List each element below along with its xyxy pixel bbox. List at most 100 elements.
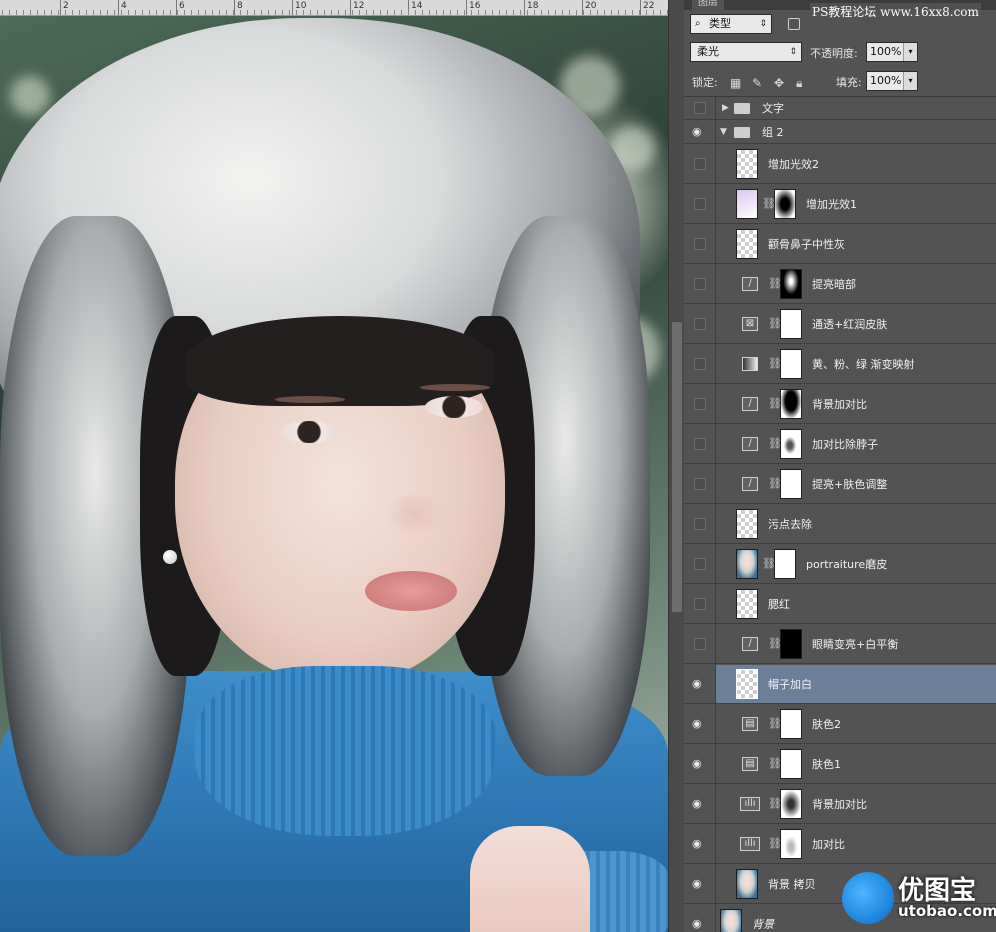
- lock-position-icon[interactable]: ✥: [774, 76, 784, 90]
- visibility-toggle[interactable]: ◉: [684, 745, 716, 783]
- visibility-toggle[interactable]: [684, 265, 716, 303]
- visibility-off-box[interactable]: [694, 598, 706, 610]
- visibility-toggle[interactable]: ◉: [684, 905, 716, 932]
- fill-field[interactable]: 100% ▾: [866, 71, 918, 91]
- layer-item[interactable]: 增加光效2: [684, 145, 996, 184]
- layer-item[interactable]: ∕ ⛓ 眼睛变亮+白平衡: [684, 625, 996, 664]
- visibility-off-box[interactable]: [694, 558, 706, 570]
- layer-name: 背景加对比: [812, 798, 867, 811]
- layer-mask-thumbnail[interactable]: [780, 429, 802, 459]
- layer-item[interactable]: ◉ ▤ ⛓ 肤色1: [684, 745, 996, 784]
- lock-image-pixels-icon[interactable]: ✎: [752, 76, 762, 90]
- visibility-off-box[interactable]: [694, 438, 706, 450]
- visibility-off-box[interactable]: [694, 638, 706, 650]
- canvas-image[interactable]: [0, 16, 668, 932]
- visibility-toggle[interactable]: ◉: [684, 665, 716, 703]
- canvas-area[interactable]: 2 4 6 8 10 12 14 16 18 20 22: [0, 0, 684, 932]
- layer-item[interactable]: ◉ ıllı ⛓ 背景加对比: [684, 785, 996, 824]
- visibility-toggle[interactable]: [684, 305, 716, 343]
- eye-icon[interactable]: ◉: [692, 717, 702, 730]
- visibility-toggle[interactable]: [684, 545, 716, 583]
- layer-item[interactable]: ◉ ▤ ⛓ 肤色2: [684, 705, 996, 744]
- visibility-toggle[interactable]: ◉: [684, 705, 716, 743]
- layer-group-2[interactable]: ◉ ▼ 组 2: [684, 121, 996, 144]
- eye-icon[interactable]: ◉: [692, 797, 702, 810]
- layer-mask-thumbnail[interactable]: [780, 789, 802, 819]
- visibility-off-box[interactable]: [694, 518, 706, 530]
- layer-mask-thumbnail[interactable]: [780, 389, 802, 419]
- visibility-off-box[interactable]: [694, 198, 706, 210]
- layer-item-selected[interactable]: ◉ 帽子加白: [684, 665, 996, 704]
- visibility-toggle[interactable]: ◉: [684, 825, 716, 863]
- layer-item[interactable]: ⛓ 黄、粉、绿 渐变映射: [684, 345, 996, 384]
- visibility-toggle[interactable]: [684, 97, 716, 119]
- layer-item[interactable]: 颧骨鼻子中性灰: [684, 225, 996, 264]
- layer-mask-thumbnail[interactable]: [780, 469, 802, 499]
- eye-icon[interactable]: ◉: [692, 677, 702, 690]
- eye-icon[interactable]: ◉: [692, 837, 702, 850]
- visibility-toggle[interactable]: [684, 145, 716, 183]
- layer-name: portraiture磨皮: [806, 558, 888, 571]
- visibility-toggle[interactable]: ◉: [684, 121, 716, 143]
- layer-group-text[interactable]: ▶ 文字: [684, 97, 996, 120]
- canvas-vertical-scrollbar[interactable]: [668, 0, 684, 932]
- eye-icon[interactable]: ◉: [692, 125, 702, 138]
- visibility-toggle[interactable]: [684, 385, 716, 423]
- visibility-toggle[interactable]: ◉: [684, 785, 716, 823]
- visibility-toggle[interactable]: [684, 465, 716, 503]
- visibility-toggle[interactable]: [684, 345, 716, 383]
- layer-item[interactable]: ∕ ⛓ 提亮+肤色调整: [684, 465, 996, 504]
- layer-mask-thumbnail[interactable]: [780, 349, 802, 379]
- visibility-off-box[interactable]: [694, 278, 706, 290]
- visibility-toggle[interactable]: [684, 505, 716, 543]
- layer-item[interactable]: ⊠ ⛓ 通透+红润皮肤: [684, 305, 996, 344]
- layer-mask-thumbnail[interactable]: [780, 829, 802, 859]
- eye-icon[interactable]: ◉: [692, 757, 702, 770]
- visibility-toggle[interactable]: ◉: [684, 865, 716, 903]
- layer-item[interactable]: ⛓ 增加光效1: [684, 185, 996, 224]
- layer-mask-thumbnail[interactable]: [780, 709, 802, 739]
- visibility-toggle[interactable]: [684, 185, 716, 223]
- visibility-toggle[interactable]: [684, 425, 716, 463]
- layer-item[interactable]: ⛓ portraiture磨皮: [684, 545, 996, 584]
- layer-mask-thumbnail[interactable]: [780, 309, 802, 339]
- visibility-off-box[interactable]: [694, 238, 706, 250]
- lock-transparent-pixels-icon[interactable]: ▦: [730, 76, 741, 90]
- eye-icon[interactable]: ◉: [692, 877, 702, 890]
- visibility-off-box[interactable]: [694, 358, 706, 370]
- layer-item[interactable]: ∕ ⛓ 加对比除脖子: [684, 425, 996, 464]
- layer-mask-thumbnail[interactable]: [774, 189, 796, 219]
- ruler-major-tick: [292, 0, 293, 15]
- visibility-off-box[interactable]: [694, 102, 706, 114]
- pixel-filter-icon[interactable]: [788, 18, 800, 30]
- chevron-down-icon[interactable]: ▾: [903, 43, 917, 61]
- visibility-toggle[interactable]: [684, 225, 716, 263]
- layer-item[interactable]: 腮红: [684, 585, 996, 624]
- expand-triangle-icon[interactable]: ▶: [722, 103, 729, 113]
- layer-mask-thumbnail[interactable]: [780, 749, 802, 779]
- visibility-off-box[interactable]: [694, 318, 706, 330]
- collapse-triangle-icon[interactable]: ▼: [720, 127, 727, 137]
- chevron-down-icon[interactable]: ▾: [903, 72, 917, 90]
- layer-item[interactable]: 污点去除: [684, 505, 996, 544]
- visibility-off-box[interactable]: [694, 398, 706, 410]
- layer-mask-thumbnail[interactable]: [774, 549, 796, 579]
- ruler-minor-tick: [422, 10, 423, 15]
- scrollbar-thumb[interactable]: [672, 322, 682, 612]
- layer-filter-dropdown[interactable]: ⌕ 类型 ⇕: [690, 14, 772, 34]
- opacity-field[interactable]: 100% ▾: [866, 42, 918, 62]
- tab-layers[interactable]: 图层: [692, 0, 724, 10]
- blend-mode-dropdown[interactable]: 柔光 ⇕: [690, 42, 802, 62]
- lock-all-icon[interactable]: 🔒︎: [796, 76, 802, 91]
- visibility-toggle[interactable]: [684, 585, 716, 623]
- eye-icon[interactable]: ◉: [692, 917, 702, 930]
- layer-mask-thumbnail[interactable]: [780, 269, 802, 299]
- layer-mask-thumbnail[interactable]: [780, 629, 802, 659]
- layer-item[interactable]: ◉ ıllı ⛓ 加对比: [684, 825, 996, 864]
- layer-item[interactable]: ∕ ⛓ 提亮暗部: [684, 265, 996, 304]
- visibility-toggle[interactable]: [684, 625, 716, 663]
- layer-item[interactable]: ∕ ⛓ 背景加对比: [684, 385, 996, 424]
- visibility-off-box[interactable]: [694, 478, 706, 490]
- visibility-off-box[interactable]: [694, 158, 706, 170]
- layers-list[interactable]: ▶ 文字 ◉ ▼ 组 2 增加光效2 ⛓ 增加光效1 颧骨鼻子中性灰 ∕ ⛓ 提…: [684, 96, 996, 932]
